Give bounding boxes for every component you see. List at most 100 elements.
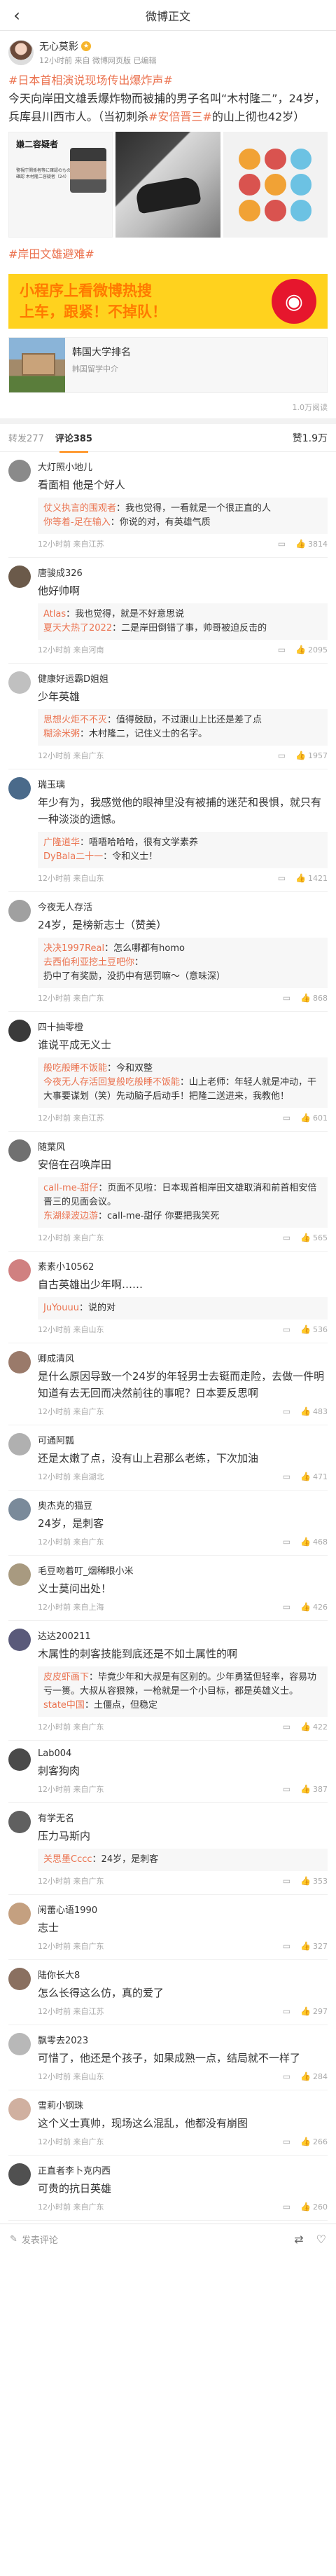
comment-username[interactable]: 唐骏成326: [38, 566, 328, 579]
avatar[interactable]: [8, 1139, 31, 1162]
reply-icon[interactable]: ▭: [283, 993, 290, 1003]
avatar[interactable]: [8, 460, 31, 482]
like-button[interactable]: 👍 422: [300, 1722, 328, 1732]
avatar[interactable]: [8, 1629, 31, 1651]
reply-icon[interactable]: ▭: [283, 1324, 290, 1334]
comment-username[interactable]: 雪莉小钢珠: [38, 2098, 328, 2111]
post-image-3[interactable]: [223, 132, 328, 238]
comment-username[interactable]: Lab004: [38, 1748, 328, 1759]
hashtag-link-abe[interactable]: #安倍晋三#: [148, 110, 212, 123]
reply-icon[interactable]: ▭: [283, 2202, 290, 2212]
comment-username[interactable]: 奥杰克的猫豆: [38, 1498, 328, 1512]
reply-box[interactable]: 般吃般睡不饭能：今和双整 今夜无人存活回复般吃般睡不饭能：山上老师：年轻人就是冲动…: [38, 1057, 328, 1108]
reply-box[interactable]: 决决1997Real：怎么哪都有homo 去西伯利亚挖土豆吧你：扔中了有奖励，没扔…: [38, 938, 328, 988]
reply-box[interactable]: call-me-甜仔：页面不见啦：日本现首相岸田文雄取消和前首相安倍晋三的见面会…: [38, 1177, 328, 1228]
miniprogram-banner[interactable]: 小程序上看微博热搜 上车，跟紧！不掉队！ ◉: [8, 274, 328, 329]
comment-username[interactable]: 大灯照小地儿: [38, 460, 328, 473]
tab-comments[interactable]: 评论385: [55, 431, 92, 453]
avatar[interactable]: [8, 1748, 31, 1771]
reply-username[interactable]: 糊涂米粥: [43, 729, 80, 739]
like-button[interactable]: 👍 483: [300, 1406, 328, 1416]
avatar[interactable]: [8, 1259, 31, 1282]
reply-username[interactable]: 仗义执言的围观者: [43, 503, 116, 514]
like-button[interactable]: 👍 601: [300, 1113, 328, 1123]
comment-username[interactable]: 毛豆吻着叮_烟稀眼小米: [38, 1563, 328, 1577]
comment-input[interactable]: ✎ 发表评论: [10, 2233, 58, 2246]
reply-icon[interactable]: ▭: [283, 1233, 290, 1242]
comment-username[interactable]: 四十抽零橙: [38, 1020, 328, 1033]
avatar[interactable]: [8, 1351, 31, 1373]
reply-box[interactable]: Atlas：我也觉得，就是不好意思说 夏天大热了2022：二是岸田倒错了事，帅哥被…: [38, 603, 328, 640]
post-image-2[interactable]: [115, 132, 220, 238]
like-button[interactable]: 👍 1957: [295, 751, 328, 760]
comment-username[interactable]: 可通阿瓢: [38, 1433, 328, 1446]
reply-username[interactable]: 今夜无人存活回复般吃般睡不饭能: [43, 1077, 180, 1088]
reply-icon[interactable]: ▭: [283, 2006, 290, 2016]
reply-icon[interactable]: ▭: [278, 751, 286, 760]
avatar[interactable]: [8, 1563, 31, 1586]
reply-icon[interactable]: ▭: [278, 873, 286, 883]
comment-username[interactable]: 今夜无人存活: [38, 900, 328, 913]
post-image-1[interactable]: 嫌二容疑者 警視庁関係者等に確認のもの本名確認 木村隆二容疑者（24）: [8, 132, 113, 238]
comment-username[interactable]: 瑞玉璃: [38, 777, 328, 790]
hashtag-link-kishida[interactable]: #岸田文雄避难#: [8, 245, 328, 261]
avatar[interactable]: [8, 1903, 31, 1925]
repost-icon[interactable]: ⇄: [294, 2233, 303, 2246]
like-button[interactable]: 👍 536: [300, 1324, 328, 1334]
avatar[interactable]: [8, 900, 31, 922]
comment-username[interactable]: 随葉风: [38, 1139, 328, 1153]
reply-icon[interactable]: ▭: [283, 1406, 290, 1416]
reply-icon[interactable]: ▭: [283, 1537, 290, 1547]
reply-box[interactable]: 仗义执言的围观者：我也觉得，一看就是一个很正直的人 你等着-足在输入：你说的对，有…: [38, 498, 328, 534]
like-button[interactable]: 👍 468: [300, 1537, 328, 1547]
like-button[interactable]: 👍 471: [300, 1472, 328, 1481]
reply-icon[interactable]: ▭: [283, 1784, 290, 1794]
reply-icon[interactable]: ▭: [283, 1876, 290, 1886]
reply-username[interactable]: 般吃般睡不饭能: [43, 1063, 107, 1074]
comment-username[interactable]: 健康好运霸D姐姐: [38, 671, 328, 685]
comment-username[interactable]: 有学无名: [38, 1811, 328, 1824]
reply-username[interactable]: 去西伯利亚挖土豆吧你: [43, 957, 134, 968]
reply-username[interactable]: 决决1997Real: [43, 943, 104, 954]
comment-username[interactable]: 正直者李卜克内西: [38, 2163, 328, 2177]
like-button[interactable]: 👍 387: [300, 1784, 328, 1794]
avatar[interactable]: [8, 40, 34, 65]
reply-username[interactable]: 东湖绿波边游: [43, 1211, 98, 1221]
author-name[interactable]: 无心莫影: [39, 39, 78, 53]
avatar[interactable]: [8, 566, 31, 588]
reply-box[interactable]: 关思墨Cccc：24岁，是刺客: [38, 1849, 328, 1871]
comment-username[interactable]: 陆你长大8: [38, 1968, 328, 1981]
reply-username[interactable]: Atlas: [43, 609, 66, 619]
like-button[interactable]: 👍 565: [300, 1233, 328, 1242]
reply-username[interactable]: JuYouuu: [43, 1303, 79, 1313]
like-button[interactable]: 👍 260: [300, 2202, 328, 2212]
reply-icon[interactable]: ▭: [283, 1602, 290, 1612]
reply-username[interactable]: 夏天大热了2022: [43, 623, 112, 633]
like-button[interactable]: 👍 1421: [295, 873, 328, 883]
like-button[interactable]: 👍 284: [300, 2071, 328, 2081]
ad-card[interactable]: 韩国大学排名 韩国留学中介: [8, 337, 328, 393]
reply-username[interactable]: DyBala二十一: [43, 851, 103, 862]
reply-username[interactable]: 广隆道华: [43, 837, 80, 848]
avatar[interactable]: [8, 2033, 31, 2055]
reply-icon[interactable]: ▭: [283, 2137, 290, 2146]
comment-username[interactable]: 达达200211: [38, 1629, 328, 1642]
like-button[interactable]: 👍 426: [300, 1602, 328, 1612]
comment-username[interactable]: 飘零去2023: [38, 2033, 328, 2046]
like-button[interactable]: 👍 327: [300, 1941, 328, 1951]
reply-username[interactable]: 思想火炬不不灭: [43, 715, 107, 725]
like-button[interactable]: 👍 297: [300, 2006, 328, 2016]
hashtag-link[interactable]: #日本首相演说现场传出爆炸声#: [8, 74, 173, 87]
reply-username[interactable]: call-me-甜仔: [43, 1183, 98, 1193]
avatar[interactable]: [8, 1811, 31, 1833]
reply-box[interactable]: 思想火炬不不灭：值得鼓励，不过跟山上比还是差了点 糊涂米粥：木村隆二，记住义士的名…: [38, 709, 328, 746]
avatar[interactable]: [8, 1020, 31, 1042]
like-button[interactable]: 👍 353: [300, 1876, 328, 1886]
avatar[interactable]: [8, 2098, 31, 2121]
reply-username[interactable]: 你等着-足在输入: [43, 517, 111, 528]
like-button[interactable]: 👍 868: [300, 993, 328, 1003]
avatar[interactable]: [8, 671, 31, 694]
reply-box[interactable]: 广隆道华：唔唔哈哈哈，很有文学素养 DyBala二十一：令和义士！: [38, 832, 328, 868]
like-button[interactable]: 👍 2095: [295, 645, 328, 655]
back-icon[interactable]: ‹: [7, 6, 27, 25]
